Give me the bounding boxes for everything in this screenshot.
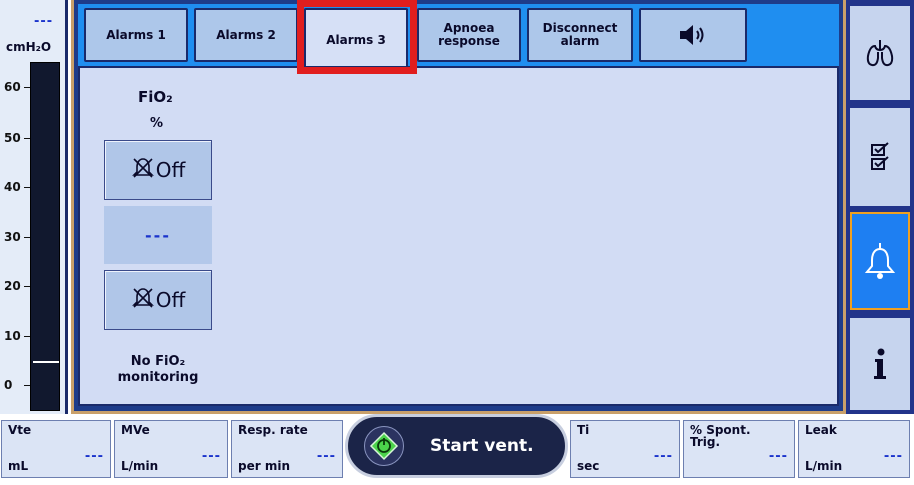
alarm-off-icon [131,156,155,185]
measurement-value: --- [84,449,104,464]
bell-icon [864,243,896,279]
start-vent-label: Start vent. [430,436,534,456]
measurement-unit: L/min [805,459,843,473]
speaker-icon [680,25,704,45]
measurement-value: --- [883,449,903,464]
fio2-monitoring-note: No FiO₂ monitoring [117,354,199,385]
tick-label: 50 [4,131,30,145]
measurement-bar: Vte --- mL MVe --- L/min Resp. rate --- … [0,414,914,485]
alarm-off-icon [131,286,155,315]
tick-label: 30 [4,230,30,244]
measurement-value: --- [201,449,221,464]
fio2-upper-limit-value: Off [155,158,186,182]
measurement-vte[interactable]: Vte --- mL [1,420,111,478]
measurement-name: Leak [805,423,837,437]
alarms-3-panel: FiO₂ % Off --- Off No FiO₂ monitoring [78,66,839,406]
fio2-lower-limit-value: Off [155,288,186,312]
right-sidebar [846,0,914,414]
tick-label: 10 [4,329,30,343]
tick-label: 60 [4,80,30,94]
start-vent-button[interactable]: Start vent. [345,414,568,478]
measurement-resp-rate[interactable]: Resp. rate --- per min [231,420,343,478]
checklist-icon [871,142,889,170]
measurement-name: Ti [577,423,590,437]
measurement-ti[interactable]: Ti --- sec [570,420,680,478]
measurement-value: --- [316,449,336,464]
lungs-icon [866,40,894,67]
tick-label: 0 [4,378,32,392]
sidebar-info-button[interactable] [850,318,910,410]
sidebar-alarms-button[interactable] [850,212,910,310]
fio2-current-value: --- [104,206,212,264]
tab-alarms-1[interactable]: Alarms 1 [84,8,188,62]
pressure-value: --- [34,14,54,29]
measurement-name: MVe [121,423,150,437]
start-icon [364,426,404,466]
pressure-marker [33,361,59,363]
tab-disconnect-alarm[interactable]: Disconnect alarm [527,8,633,62]
measurement-name: Vte [8,423,32,437]
tick-label: 20 [4,279,30,293]
measurement-value: --- [768,449,788,464]
fio2-lower-limit-button[interactable]: Off [104,270,212,330]
measurement-unit: L/min [121,459,159,473]
measurement-leak[interactable]: Leak --- L/min [798,420,910,478]
pressure-gauge: --- cmH₂O 60 50 40 30 20 10 0 [0,0,68,414]
tab-alarms-2[interactable]: Alarms 2 [194,8,298,62]
sidebar-checklist-button[interactable] [850,108,910,206]
fio2-upper-limit-button[interactable]: Off [104,140,212,200]
pressure-unit: cmH₂O [6,40,52,54]
fio2-title: FiO₂ [138,88,173,106]
tick-label: 40 [4,180,30,194]
measurement-unit: mL [8,459,29,473]
measurement-value: --- [653,449,673,464]
tab-apnoea-response[interactable]: Apnoea response [417,8,521,62]
measurement-unit: per min [238,459,290,473]
measurement-spont-trig[interactable]: % Spont. Trig. --- [683,420,795,478]
tab-volume[interactable] [639,8,747,62]
info-icon [874,348,886,379]
measurement-unit: sec [577,459,600,473]
measurement-mve[interactable]: MVe --- L/min [114,420,228,478]
fio2-unit: % [150,116,164,131]
pressure-bar [30,62,60,411]
measurement-name: Resp. rate [238,423,308,437]
alarms-frame: Alarms 1 Alarms 2 Alarms 3 Apnoea respon… [71,0,846,414]
sidebar-ventilation-button[interactable] [850,6,910,100]
highlight-box [297,0,417,74]
measurement-name: % Spont. Trig. [690,423,751,449]
